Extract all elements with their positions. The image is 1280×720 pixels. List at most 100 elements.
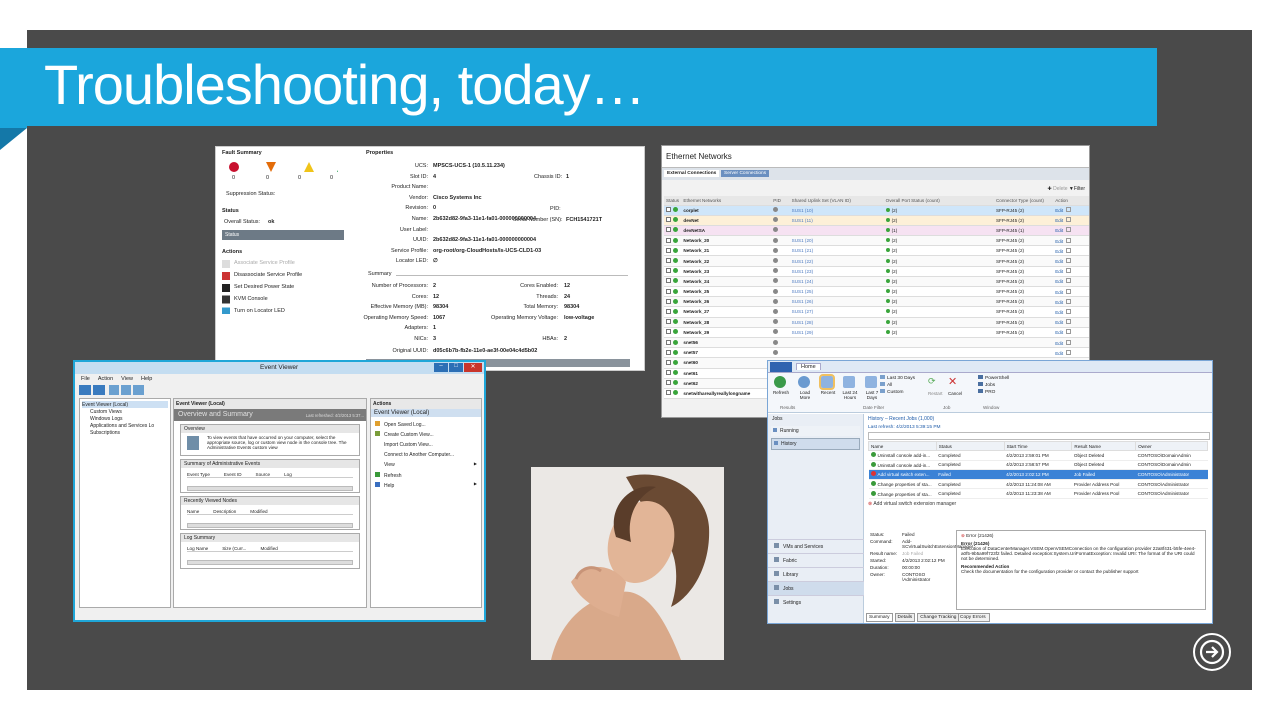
date-filter-item[interactable]: Custom — [880, 389, 915, 396]
tree-item[interactable]: Custom Views — [82, 408, 168, 415]
network-name[interactable]: snet57 — [681, 347, 772, 359]
row-menu-icon[interactable] — [1066, 288, 1072, 294]
table-row[interactable]: Network_24 SUS1 (24) (2) SFP-RJ45 (2) Edit — [664, 276, 1089, 288]
network-name[interactable]: corplet — [681, 205, 772, 216]
ev-overview-head[interactable]: Overview — [181, 425, 359, 433]
column-header[interactable]: Event ID — [224, 472, 242, 477]
action-item[interactable]: Refresh — [375, 470, 477, 480]
edit-link[interactable]: Edit — [1055, 341, 1063, 346]
menu-action[interactable]: Action — [98, 376, 113, 382]
column-header[interactable]: Description — [213, 509, 236, 514]
window-item[interactable]: PRO — [978, 389, 1009, 396]
network-name[interactable]: Network_21 — [681, 245, 772, 257]
column-header[interactable]: Owner — [1135, 441, 1208, 451]
action-locator-led[interactable]: Turn on Locator LED — [234, 308, 285, 314]
row-checkbox[interactable] — [666, 349, 671, 355]
row-checkbox[interactable] — [666, 329, 671, 335]
network-name[interactable]: snet60 — [681, 357, 772, 369]
uplink-set[interactable] — [789, 225, 884, 237]
table-row[interactable]: Network_25 SUS1 (25) (2) SFP-RJ45 (2) Edit — [664, 286, 1089, 298]
window-item[interactable]: Jobs — [978, 382, 1009, 389]
row-checkbox[interactable] — [666, 258, 671, 264]
tree-item[interactable]: Subscriptions — [82, 429, 168, 436]
row-menu-icon[interactable] — [1066, 207, 1072, 213]
uplink-set[interactable]: SUS1 (20) — [789, 235, 884, 247]
maximize-button[interactable]: □ — [449, 363, 463, 372]
edit-link[interactable]: Edit — [1055, 208, 1063, 213]
table-row[interactable]: Uninstall console add-in... Completed 4/2/… — [868, 460, 1208, 471]
network-name[interactable]: snet56 — [681, 337, 772, 349]
table-row[interactable]: Add virtual switch exten... Failed 4/2/201… — [868, 469, 1208, 480]
uplink-set[interactable]: SUS1 (27) — [789, 306, 884, 318]
uplink-set[interactable]: SUS1 (28) — [789, 317, 884, 328]
table-row[interactable]: Uninstall console add-in... Completed 4/2/… — [868, 450, 1208, 461]
tab-server-connections[interactable]: Server Connections — [721, 170, 770, 177]
cancel-button[interactable]: Cancel — [948, 391, 962, 396]
action-item[interactable]: Create Custom View... — [375, 429, 477, 439]
ribbon-button[interactable]: Last 7 Days — [862, 390, 882, 400]
delete-button[interactable]: Delete — [1053, 186, 1067, 192]
row-checkbox[interactable] — [666, 237, 671, 243]
edit-link[interactable]: Edit — [1055, 239, 1063, 244]
filter-button[interactable]: Filter — [1074, 186, 1085, 192]
restart-button[interactable]: Restart — [928, 391, 943, 396]
row-checkbox[interactable] — [666, 268, 671, 274]
row-checkbox[interactable] — [666, 278, 671, 284]
row-checkbox[interactable] — [666, 217, 671, 223]
column-header[interactable]: Log — [284, 472, 292, 477]
add-icon[interactable]: ✚ — [1047, 186, 1051, 192]
ribbon-button[interactable]: Load More — [795, 390, 815, 400]
table-row[interactable]: Network_20 SUS1 (20) (2) SFP-RJ45 (2) Edit — [664, 235, 1089, 247]
table-row[interactable]: Network_26 SUS1 (26) (2) SFP-RJ45 (2) Edit — [664, 296, 1089, 308]
status-bar[interactable]: Status — [222, 230, 344, 240]
workspace-button[interactable]: Library — [768, 567, 864, 581]
edit-link[interactable]: Edit — [1055, 330, 1063, 335]
date-filter-item[interactable]: Last 30 Days — [880, 375, 915, 382]
uplink-set[interactable] — [789, 347, 884, 359]
column-header[interactable]: Log Name — [187, 546, 208, 551]
row-checkbox[interactable] — [666, 390, 671, 396]
next-slide-button[interactable] — [1193, 633, 1231, 671]
network-name[interactable]: devNet — [681, 215, 772, 226]
row-menu-icon[interactable] — [1066, 349, 1072, 355]
action-power-state[interactable]: Set Desired Power State — [234, 284, 294, 290]
row-menu-icon[interactable] — [1066, 217, 1072, 223]
uplink-set[interactable] — [789, 337, 884, 349]
tab-external-connections[interactable]: External Connections — [664, 170, 720, 177]
table-row[interactable]: Network_23 SUS1 (23) (2) SFP-RJ45 (2) Edit — [664, 266, 1089, 277]
row-checkbox[interactable] — [666, 227, 671, 233]
edit-link[interactable]: Edit — [1055, 320, 1063, 325]
window-item[interactable]: PowerShell — [978, 375, 1009, 382]
uplink-set[interactable]: SUS1 (29) — [789, 327, 884, 338]
ev-log-head[interactable]: Log Summary — [181, 534, 359, 542]
vmm-search-box[interactable] — [868, 432, 1210, 440]
uplink-set[interactable]: SUS1 (10) — [789, 205, 884, 216]
row-checkbox[interactable] — [666, 247, 671, 253]
ev-admin-head[interactable]: Summary of Administrative Events — [181, 460, 359, 468]
network-name[interactable]: Network_23 — [681, 266, 772, 277]
ribbon-button[interactable]: Recent — [818, 390, 838, 395]
row-menu-icon[interactable] — [1066, 268, 1072, 274]
table-row[interactable]: devNet SUS1 (11) (2) SFP-RJ45 (2) Edit — [664, 215, 1089, 226]
tree-item[interactable]: Applications and Services Lo — [82, 422, 168, 429]
action-kvm-console[interactable]: KVM Console — [234, 296, 268, 302]
column-header[interactable]: Source — [256, 472, 271, 477]
action-disassociate[interactable]: Disassociate Service Profile — [234, 272, 302, 278]
ev-toolbar[interactable] — [79, 385, 144, 395]
column-header[interactable]: Action — [1053, 196, 1089, 206]
bottom-tab[interactable]: Details — [894, 613, 916, 622]
nav-item[interactable]: Running — [771, 426, 860, 436]
row-menu-icon[interactable] — [1066, 237, 1072, 243]
workspace-button[interactable]: VMs and Services — [768, 539, 864, 553]
column-header[interactable]: Size (Curr... — [222, 546, 246, 551]
workspace-button[interactable]: Settings — [768, 595, 864, 609]
column-header[interactable]: Name — [868, 441, 937, 451]
uplink-set[interactable]: SUS1 (26) — [789, 296, 884, 308]
tree-item[interactable]: Windows Logs — [82, 415, 168, 422]
workspace-button[interactable]: Jobs — [768, 581, 864, 595]
edit-link[interactable]: Edit — [1055, 290, 1063, 295]
column-header[interactable]: Name — [187, 509, 199, 514]
action-item[interactable]: Open Saved Log... — [375, 419, 477, 429]
action-item[interactable]: View ▶ — [375, 460, 477, 470]
table-row[interactable]: Network_22 SUS1 (22) (2) SFP-RJ45 (2) Edit — [664, 255, 1089, 267]
